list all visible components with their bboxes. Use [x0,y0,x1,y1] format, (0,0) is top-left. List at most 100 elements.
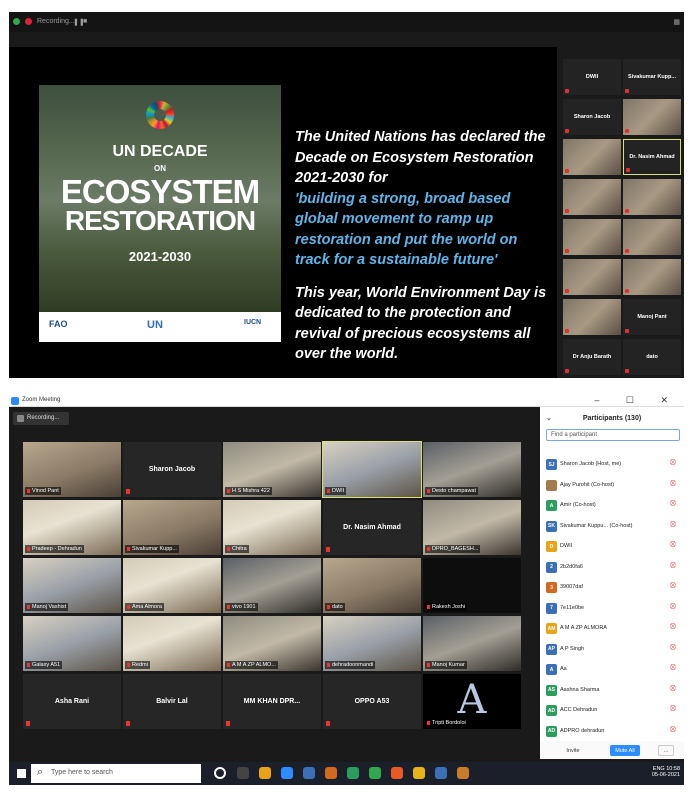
firefox-icon[interactable] [391,767,403,779]
video-off-icon[interactable]: ⛒ [670,686,676,693]
window-controls[interactable]: – ☐ ✕ [594,395,680,406]
video-off-icon[interactable]: ⛒ [670,665,676,672]
video-tile[interactable]: Galaxy A51 [23,616,121,671]
powerpoint-icon[interactable] [325,767,337,779]
side-tile[interactable] [563,299,621,335]
video-tile[interactable]: dato [323,558,421,613]
side-tile[interactable] [623,179,681,215]
video-tile[interactable]: vivo 1901 [223,558,321,613]
video-tile[interactable]: Redmi [123,616,221,671]
side-tile[interactable] [563,139,621,175]
participant-row[interactable]: AS Aashna Sharma ⛒ [546,683,682,699]
cortana-icon[interactable] [214,767,226,779]
side-tile[interactable] [563,179,621,215]
participant-row[interactable]: AP A P Singh ⛒ [546,642,682,658]
participant-row[interactable]: A Aa ⛒ [546,662,682,678]
participant-name: ACC Dehradun [560,707,598,713]
word-icon[interactable] [303,767,315,779]
video-tile[interactable]: Chitra [223,500,321,555]
recording-button[interactable]: Recording... [13,412,69,425]
video-off-icon[interactable]: ⛒ [670,624,676,631]
video-tile[interactable]: MM KHAN DPR... [223,674,321,729]
participant-avatar: AS [546,684,557,696]
zoom-meeting-window: Zoom Meeting – ☐ ✕ Recording... Vinod Pa… [9,395,684,785]
participant-row[interactable]: SJ Sharon Jacob (Host, me) ⛒ [546,457,682,473]
video-tile[interactable]: Balvir Lal [123,674,221,729]
video-off-icon[interactable]: ⛒ [670,460,676,467]
video-tile[interactable]: Pradeep - Dehradun [23,500,121,555]
participant-search-input[interactable]: Find a participant [546,429,680,441]
side-tile[interactable]: Dr Anju Barath [563,339,621,375]
side-tile[interactable]: dato [623,339,681,375]
video-tile[interactable]: dehradoonmandi [323,616,421,671]
video-tile[interactable]: Sivakumar Kupp... [123,500,221,555]
video-off-icon[interactable]: ⛒ [670,501,676,508]
video-off-icon[interactable]: ⛒ [670,583,676,590]
side-tile[interactable] [623,259,681,295]
video-tile[interactable]: Ama Almora [123,558,221,613]
taskbar-search[interactable]: Type here to search [31,764,201,783]
participant-row[interactable]: 2 2b2d0fa6 ⛒ [546,560,682,576]
side-tile[interactable] [623,219,681,255]
video-tile[interactable]: Vinod Pant [23,442,121,497]
participant-avatar: AP [546,643,557,655]
video-off-icon[interactable]: ⛒ [670,645,676,652]
file-explorer-icon[interactable] [413,767,425,779]
side-tile[interactable] [623,99,681,135]
video-tile[interactable]: DPRO_BAGESH... [423,500,521,555]
video-tile[interactable]: Manoj Kumar [423,616,521,671]
video-tile[interactable]: Rakesh Joshi [423,558,521,613]
video-off-icon[interactable]: ⛒ [670,563,676,570]
grid-view-icon[interactable]: ▦ [673,18,680,26]
sdg-wheel-icon [146,101,174,129]
whatsapp-icon[interactable] [347,767,359,779]
side-tile[interactable]: Sivakumar Kupp... [623,59,681,95]
side-tile[interactable] [563,219,621,255]
participant-row[interactable]: AD ACC Dehradun ⛒ [546,703,682,719]
video-tile[interactable]: Sharon Jacob [123,442,221,497]
video-tile[interactable]: DWII [322,441,422,498]
video-off-icon[interactable]: ⛒ [670,727,676,734]
video-tile[interactable]: A M A ZP ALMO... [223,616,321,671]
participant-row[interactable]: D DWII ⛒ [546,539,682,555]
chevron-down-icon[interactable]: ⌄ [546,414,552,422]
video-off-icon[interactable]: ⛒ [670,604,676,611]
video-tile[interactable]: A Tripti Bordoloi [423,674,521,729]
browser-icon[interactable] [457,767,469,779]
participant-name: Ajay Purohit (Co-host) [560,481,615,488]
video-off-icon[interactable]: ⛒ [670,706,676,713]
side-tile[interactable] [563,259,621,295]
windows-start-icon[interactable] [17,769,26,778]
side-tile[interactable]: DWII [563,59,621,95]
video-tile[interactable]: Dr. Nasim Ahmad [323,500,421,555]
side-tile[interactable]: Sharon Jacob [563,99,621,135]
video-tile[interactable]: Desto champawat [423,442,521,497]
video-tile[interactable]: Asha Rani [23,674,121,729]
mute-all-button[interactable]: Mute All [610,745,640,756]
chrome-icon[interactable] [259,767,271,779]
participant-row[interactable]: AD ADPRO dehradun ⛒ [546,724,682,740]
video-off-icon[interactable]: ⛒ [670,481,676,488]
excel-icon[interactable] [369,767,381,779]
tray-date[interactable]: 05-06-2021 [652,772,680,778]
zoom-taskbar-icon[interactable] [281,767,293,779]
task-view-icon[interactable] [237,767,249,779]
video-off-icon[interactable]: ⛒ [670,542,676,549]
participant-row[interactable]: 3 39007daf ⛒ [546,580,682,596]
windows-taskbar: Type here to search ENG 10:58 05-06-2021 [9,762,684,785]
video-tile[interactable]: Manoj Vashist [23,558,121,613]
video-tile[interactable]: H S Mishra 422 [223,442,321,497]
outlook-icon[interactable] [435,767,447,779]
participant-row[interactable]: A Amir (Co-host) ⛒ [546,498,682,514]
side-tile[interactable]: Dr. Nasim Ahmad [623,139,681,175]
more-button[interactable]: ... [658,745,674,756]
video-off-icon[interactable]: ⛒ [670,522,676,529]
side-tile[interactable]: Manoj Pant [623,299,681,335]
participant-row[interactable]: Ajay Purohit (Co-host) ⛒ [546,478,682,494]
participant-row[interactable]: AM A M A ZP ALMORA ⛒ [546,621,682,637]
participant-row[interactable]: SK Sivakumar Kuppu... (Co-host) ⛒ [546,519,682,535]
stop-icon[interactable]: ■ [83,18,87,25]
participant-row[interactable]: 7 7e11e0be ⛒ [546,601,682,617]
video-tile[interactable]: OPPO A53 [323,674,421,729]
invite-button[interactable]: Invite [560,745,586,756]
